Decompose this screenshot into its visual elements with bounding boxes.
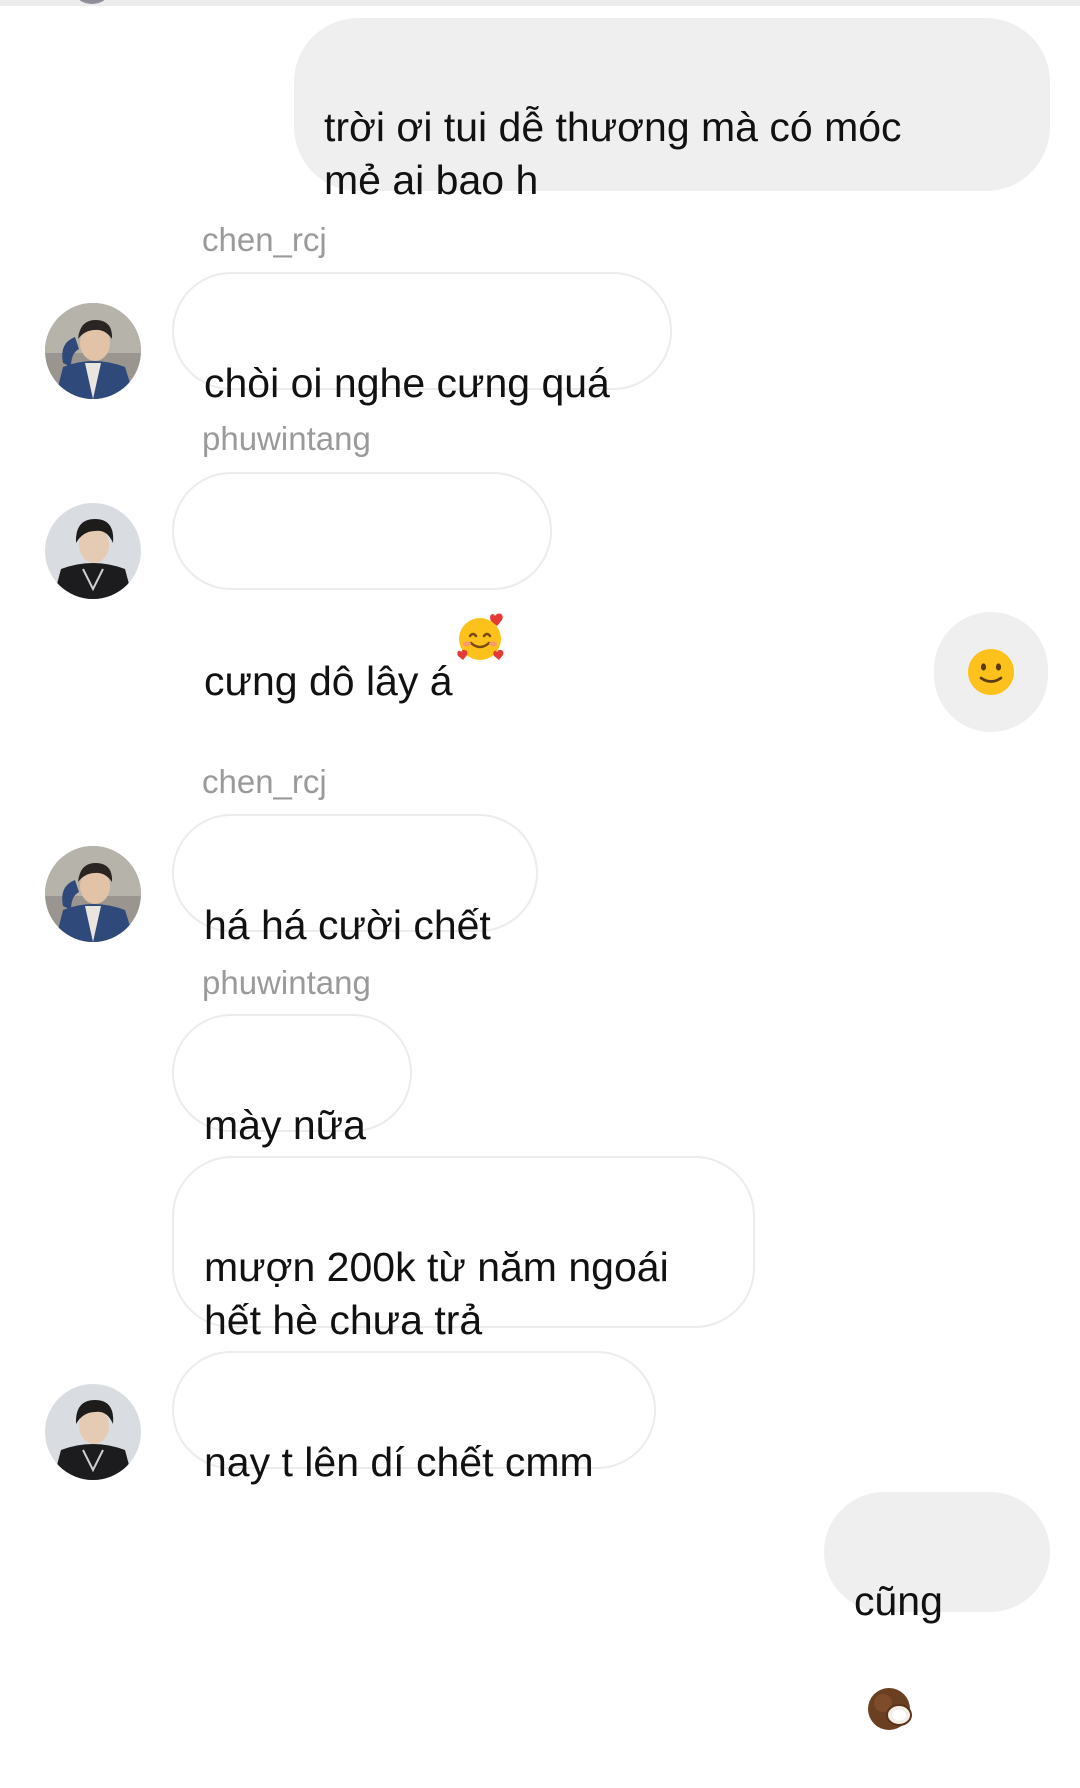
message-text: mày nữa	[204, 1102, 366, 1148]
avatar-chen-rcj[interactable]	[45, 303, 141, 399]
outgoing-message-bubble[interactable]: trời ơi tui dễ thương mà có móc mẻ ai ba…	[294, 18, 1050, 203]
incoming-message-bubble[interactable]: chòi oi nghe cưng quá	[172, 272, 672, 406]
incoming-message-bubble[interactable]: há há cười chết	[172, 814, 538, 948]
top-divider	[0, 0, 1080, 6]
incoming-message-bubble[interactable]: nay t lên dí chết cmm	[172, 1351, 656, 1485]
avatar-chen-rcj[interactable]	[45, 846, 141, 942]
incoming-message-bubble[interactable]: mượn 200k từ năm ngoái hết hè chưa trả	[172, 1156, 755, 1343]
sender-name: chen_rcj	[202, 221, 327, 258]
message-text: mượn 200k từ năm ngoái hết hè chưa trả	[204, 1244, 669, 1343]
coconut-icon	[862, 1628, 916, 1730]
sender-name: phuwintang	[202, 420, 371, 457]
message-text: trời ơi tui dễ thương mà có móc mẻ ai ba…	[324, 104, 902, 203]
avatar-phuwintang[interactable]	[45, 503, 141, 599]
avatar-phuwintang[interactable]	[45, 1384, 141, 1480]
incoming-message-bubble[interactable]: cưng dô lây á	[172, 472, 552, 704]
message-text: nay t lên dí chết cmm	[204, 1439, 594, 1485]
message-text: há há cười chết	[204, 902, 491, 948]
outgoing-emoji-message[interactable]	[934, 612, 1048, 732]
incoming-message-bubble[interactable]: mày nữa	[172, 1014, 412, 1148]
message-text: cũng	[854, 1578, 943, 1624]
message-text: chòi oi nghe cưng quá	[204, 360, 610, 406]
outgoing-message-bubble[interactable]: cũng	[824, 1492, 1050, 1730]
sender-name: chen_rcj	[202, 763, 327, 800]
slightly-smiling-face-icon	[968, 649, 1014, 695]
sender-name: phuwintang	[202, 964, 371, 1001]
message-text: cưng dô lây á	[204, 658, 453, 704]
smiling-face-with-hearts-icon	[453, 557, 507, 660]
